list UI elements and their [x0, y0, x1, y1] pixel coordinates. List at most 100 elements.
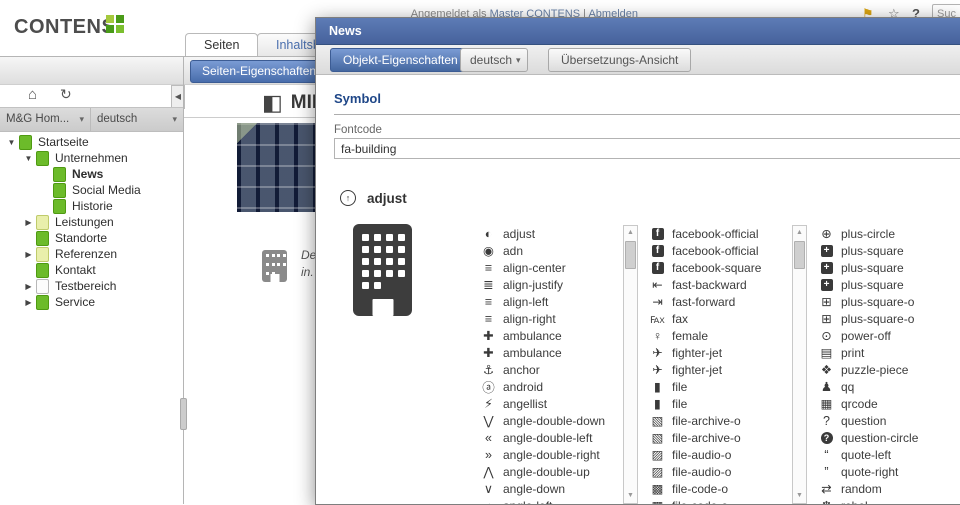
tree-expander-icon[interactable]: ▶	[21, 250, 36, 259]
tree-item[interactable]: Social Media	[0, 182, 180, 198]
tree-item[interactable]: ▼ Unternehmen	[0, 150, 180, 166]
icon-list-item[interactable]: ≡ align-left	[481, 293, 623, 310]
icon-list-item[interactable]: ⋁ angle-double-down	[481, 412, 623, 429]
icon-list-item[interactable]: ▮ file	[650, 395, 792, 412]
scroll-down-icon[interactable]: ▼	[624, 490, 637, 502]
tree-expander-icon[interactable]: ▼	[21, 154, 36, 163]
fa-icon: ✈	[650, 345, 665, 360]
object-properties-tab[interactable]: Objekt-Eigenschaften	[330, 48, 471, 72]
icon-list-item[interactable]: + plus-square	[819, 276, 960, 293]
icon-list-item[interactable]: ▨ file-audio-o	[650, 463, 792, 480]
site-dropdown[interactable]: M&G Hom... ▾	[0, 108, 91, 131]
icon-list-item[interactable]: ♀ female	[650, 327, 792, 344]
scrollbar-thumb[interactable]	[794, 241, 805, 269]
icon-list-item[interactable]: + plus-square	[819, 242, 960, 259]
icon-list-item[interactable]: ⊞ plus-square-o	[819, 310, 960, 327]
scroll-down-icon[interactable]: ▼	[793, 490, 806, 502]
fa-icon-name: fast-forward	[672, 295, 735, 309]
icon-list-item[interactable]: ♟ qq	[819, 378, 960, 395]
refresh-icon[interactable]: ↻	[60, 86, 72, 103]
tree-item[interactable]: News	[0, 166, 180, 182]
page-properties-button[interactable]: Seiten-Eigenschaften	[190, 60, 328, 83]
icon-list-item[interactable]: ◉ adn	[481, 242, 623, 259]
icon-list-item[interactable]: ▤ print	[819, 344, 960, 361]
tree-expander-icon[interactable]: ▶	[21, 298, 36, 307]
icon-list-item[interactable]: + plus-square	[819, 259, 960, 276]
translation-view-button[interactable]: Übersetzungs-Ansicht	[548, 48, 691, 72]
icon-list-item[interactable]: ▦ qrcode	[819, 395, 960, 412]
tree-expander-icon[interactable]: ▶	[21, 218, 36, 227]
tab-seiten[interactable]: Seiten	[185, 33, 258, 57]
tree-item-label: Referenzen	[55, 247, 117, 261]
icon-list-item[interactable]: ∨ angle-down	[481, 480, 623, 497]
icon-list-item[interactable]: ≣ align-justify	[481, 276, 623, 293]
tree-item[interactable]: ▶ Service	[0, 294, 180, 310]
icon-list-item[interactable]: ✈ fighter-jet	[650, 361, 792, 378]
icon-list-item[interactable]: ⇥ fast-forward	[650, 293, 792, 310]
page-icon	[53, 183, 66, 198]
fa-icon: f	[652, 245, 664, 257]
scroll-up-icon[interactable]: ▲	[624, 227, 637, 239]
icon-list-item[interactable]: ? question-circle	[819, 429, 960, 446]
icon-list-item[interactable]: ⚡ angellist	[481, 395, 623, 412]
icon-list-item[interactable]: « angle-double-left	[481, 429, 623, 446]
icon-list-item[interactable]: ? question	[819, 412, 960, 429]
icon-list-item[interactable]: ❖ puzzle-piece	[819, 361, 960, 378]
tree-item-label: Leistungen	[55, 215, 114, 229]
tree-item[interactable]: Historie	[0, 198, 180, 214]
icon-list-item[interactable]: ▧ file-archive-o	[650, 429, 792, 446]
dialog-language-dropdown[interactable]: deutsch ▾	[460, 48, 528, 72]
icon-list-item[interactable]: ☸ rebel	[819, 497, 960, 504]
icon-list-item[interactable]: ≡ align-right	[481, 310, 623, 327]
icon-list-item[interactable]: ⋀ angle-double-up	[481, 463, 623, 480]
tree-expander-icon[interactable]: ▼	[4, 138, 19, 147]
icon-list-item[interactable]: ⚓ anchor	[481, 361, 623, 378]
icon-list-item[interactable]: ▮ file	[650, 378, 792, 395]
scrollbar-thumb[interactable]	[625, 241, 636, 269]
icon-list-item[interactable]: » angle-double-right	[481, 446, 623, 463]
icon-list-item[interactable]: f facebook-official	[650, 225, 792, 242]
icon-list-item[interactable]: ‹ angle-left	[481, 497, 623, 504]
icon-list-item[interactable]: ⊞ plus-square-o	[819, 293, 960, 310]
icon-list-item[interactable]: ⇤ fast-backward	[650, 276, 792, 293]
icon-list-item[interactable]: ▧ file-archive-o	[650, 412, 792, 429]
icon-list-item[interactable]: ⊙ power-off	[819, 327, 960, 344]
language-dropdown[interactable]: deutsch ▾	[91, 108, 183, 131]
fa-icon: ▩	[650, 481, 665, 496]
scrollbar[interactable]: ▲ ▼	[792, 225, 807, 504]
icon-list-item[interactable]: ▩ file-code-o	[650, 480, 792, 497]
tree-item[interactable]: ▶ Leistungen	[0, 214, 180, 230]
icon-list-item[interactable]: ✚ ambulance	[481, 344, 623, 361]
tree-item[interactable]: ▼ Startseite	[0, 134, 180, 150]
fa-icon: ✚	[481, 345, 496, 360]
icon-list-item[interactable]: ⓐ android	[481, 378, 623, 395]
splitter-handle[interactable]	[180, 398, 187, 430]
icon-list-item[interactable]: f facebook-official	[650, 242, 792, 259]
icon-list-item[interactable]: “ quote-left	[819, 446, 960, 463]
icon-list-item[interactable]: ▩ file-code-o	[650, 497, 792, 504]
icon-list-item[interactable]: ◐ adjust	[481, 225, 623, 242]
icon-list-item[interactable]: ⊕ plus-circle	[819, 225, 960, 242]
icon-list-item[interactable]: ≡ align-center	[481, 259, 623, 276]
icon-list-item[interactable]: ” quote-right	[819, 463, 960, 480]
tree-item[interactable]: Standorte	[0, 230, 180, 246]
home-icon[interactable]: ⌂	[28, 86, 37, 103]
icon-list-item[interactable]: ℻ fax	[650, 310, 792, 327]
icon-list-item[interactable]: f facebook-square	[650, 259, 792, 276]
icon-list-item[interactable]: ✈ fighter-jet	[650, 344, 792, 361]
tree-item[interactable]: ▶ Testbereich	[0, 278, 180, 294]
scrollbar[interactable]: ▲ ▼	[623, 225, 638, 504]
scroll-up-icon[interactable]: ▲	[793, 227, 806, 239]
icon-list-item[interactable]: ▨ file-audio-o	[650, 446, 792, 463]
fa-icon: ▧	[650, 413, 665, 428]
fontcode-input[interactable]	[334, 138, 960, 159]
fa-icon-name: facebook-square	[672, 261, 761, 275]
arrow-circle-up-icon[interactable]: ↑	[340, 190, 356, 206]
icon-list-item[interactable]: ⇄ random	[819, 480, 960, 497]
text-line	[245, 360, 320, 375]
dialog-titlebar[interactable]: News	[316, 18, 960, 45]
tree-item[interactable]: Kontakt	[0, 262, 180, 278]
tree-expander-icon[interactable]: ▶	[21, 282, 36, 291]
tree-item[interactable]: ▶ Referenzen	[0, 246, 180, 262]
icon-list-item[interactable]: ✚ ambulance	[481, 327, 623, 344]
